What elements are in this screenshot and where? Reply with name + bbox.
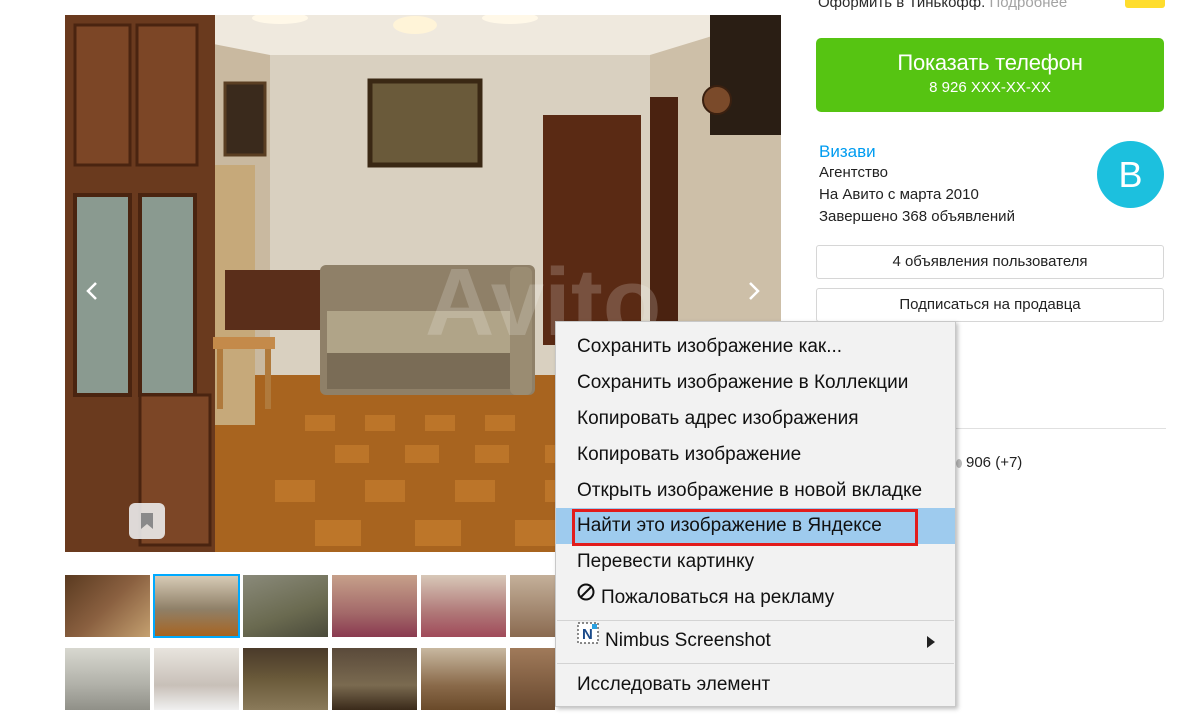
prohibited-icon <box>577 578 595 614</box>
thumbnail[interactable] <box>510 648 555 710</box>
menu-item-nimbus-label: Nimbus Screenshot <box>605 630 771 652</box>
menu-item-save-to-collections[interactable]: Сохранить изображение в Коллекции <box>556 365 955 401</box>
menu-separator <box>557 663 954 664</box>
subscribe-seller-button[interactable]: Подписаться на продавца <box>816 288 1164 322</box>
next-photo-button[interactable] <box>742 280 766 308</box>
prev-photo-button[interactable] <box>80 280 104 308</box>
thumbnail[interactable] <box>243 575 328 637</box>
menu-item-inspect-element[interactable]: Исследовать элемент <box>556 667 955 703</box>
tinkoff-promo-text: Оформить в Тинькофф. <box>818 0 986 11</box>
tinkoff-logo <box>1125 0 1165 8</box>
tinkoff-more-link[interactable]: Подробнее <box>989 0 1067 11</box>
submenu-arrow-icon <box>927 636 935 648</box>
seller-avatar[interactable]: В <box>1097 141 1164 208</box>
phone-number-masked: 8 926 XXX-XX-XX <box>929 79 1051 96</box>
menu-item-report-ad-label: Пожаловаться на рекламу <box>601 587 835 609</box>
bookmark-icon <box>141 513 153 529</box>
seller-since: На Авито с марта 2010 <box>819 186 979 203</box>
thumbnail[interactable] <box>332 575 417 637</box>
nimbus-icon: N <box>577 621 599 657</box>
tinkoff-promo: Оформить в Тинькофф. Подробнее <box>818 0 1067 11</box>
divider <box>956 428 1166 429</box>
seller-name-link[interactable]: Визави <box>819 142 876 162</box>
menu-item-translate-image[interactable]: Перевести картинку <box>556 544 955 580</box>
thumbnail[interactable] <box>65 648 150 710</box>
menu-item-copy-image[interactable]: Копировать изображение <box>556 437 955 473</box>
seller-completed-ads: Завершено 368 объявлений <box>819 208 1015 225</box>
chevron-left-icon <box>86 282 97 300</box>
menu-item-nimbus-screenshot[interactable]: N Nimbus Screenshot <box>556 621 955 659</box>
thumbnail[interactable] <box>243 648 328 710</box>
show-phone-button[interactable]: Показать телефон 8 926 XXX-XX-XX <box>816 38 1164 112</box>
svg-text:N: N <box>582 626 593 643</box>
user-ads-button[interactable]: 4 объявления пользователя <box>816 245 1164 279</box>
thumbnail[interactable] <box>332 648 417 710</box>
thumbnail[interactable] <box>421 648 506 710</box>
chevron-right-icon <box>749 282 760 300</box>
menu-separator <box>557 620 954 621</box>
views-count: 906 (+7) <box>966 454 1023 471</box>
menu-item-open-image-new-tab[interactable]: Открыть изображение в новой вкладке <box>556 473 955 509</box>
menu-item-report-ad[interactable]: Пожаловаться на рекламу <box>556 580 955 616</box>
thumbnail[interactable] <box>65 575 150 637</box>
show-phone-title: Показать телефон <box>897 50 1083 75</box>
menu-item-copy-image-address[interactable]: Копировать адрес изображения <box>556 401 955 437</box>
annotation-highlight-box <box>572 509 918 546</box>
bookmark-button[interactable] <box>129 503 165 539</box>
thumbnail[interactable] <box>154 648 239 710</box>
thumbnail[interactable] <box>153 574 240 638</box>
thumbnail[interactable] <box>421 575 506 637</box>
menu-item-save-image-as[interactable]: Сохранить изображение как... <box>556 329 955 365</box>
thumbnail[interactable] <box>510 575 555 637</box>
seller-type: Агентство <box>819 164 888 181</box>
eye-icon <box>956 459 962 468</box>
